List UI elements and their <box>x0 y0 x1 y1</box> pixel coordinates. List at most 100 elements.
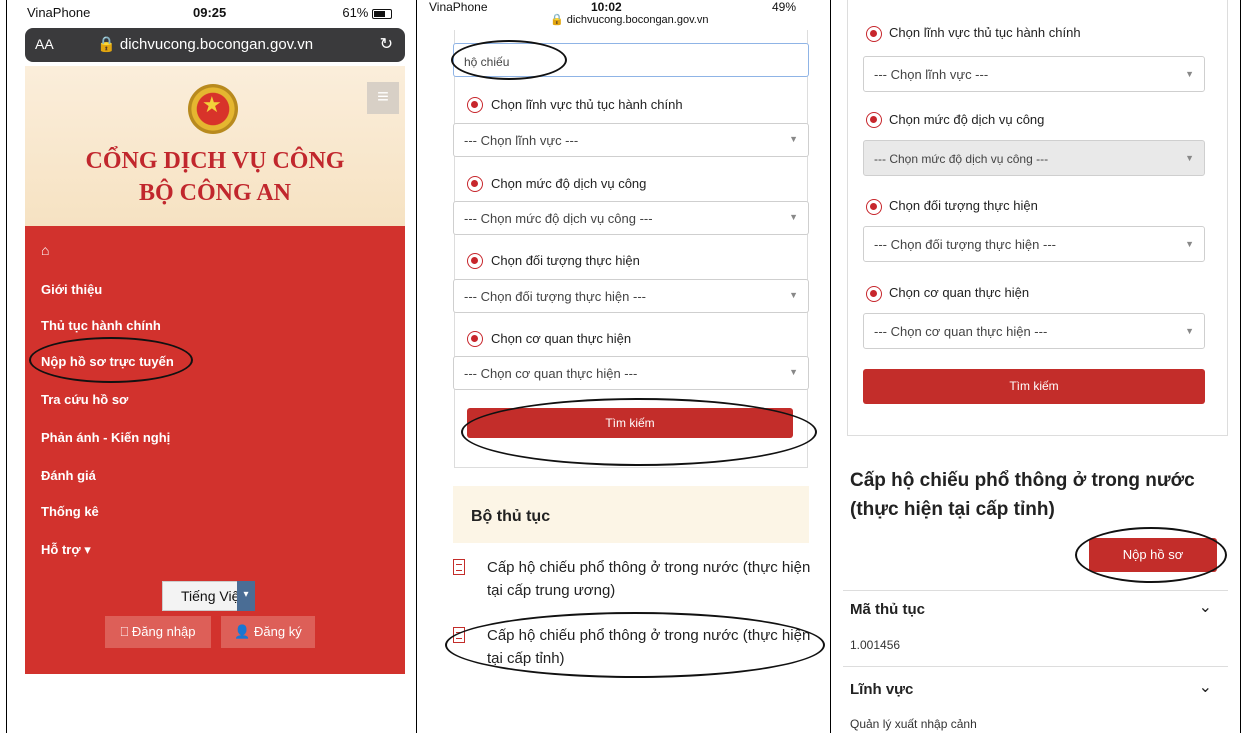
divider <box>843 590 1228 591</box>
search-input-value: hộ chiếu <box>464 55 510 69</box>
nav-item-procedures[interactable]: Thủ tục hành chính <box>41 318 161 333</box>
portal-title-line2: BỘ CÔNG AN <box>138 180 291 206</box>
filter-label-agency: Chọn cơ quan thực hiện <box>889 285 1030 300</box>
chevron-down-icon: ▼ <box>789 290 798 300</box>
filter-label-field: Chọn lĩnh vực thủ tục hành chính <box>491 97 683 112</box>
filter-label-field: Chọn lĩnh vực thủ tục hành chính <box>889 25 1081 40</box>
procedure-link-central[interactable]: Cấp hộ chiếu phổ thông ở trong nước (thự… <box>487 556 817 602</box>
search-button[interactable]: Tìm kiếm <box>863 369 1205 404</box>
battery-percent: 61% <box>342 5 369 20</box>
url-text: 🔒 dichvucong.bocongan.gov.vn <box>550 14 709 26</box>
radio-subject-selected[interactable] <box>866 199 882 215</box>
battery-percent: 49% <box>771 0 796 14</box>
language-caret-icon[interactable]: ▾ <box>237 581 255 611</box>
browser-address-bar[interactable]: AA 🔒 dichvucong.bocongan.gov.vn ↻ <box>25 28 405 62</box>
radio-level-selected[interactable] <box>866 112 882 128</box>
filter-label-subject: Chọn đối tượng thực hiện <box>491 253 640 268</box>
field-select-value: --- Chọn lĩnh vực --- <box>874 67 989 82</box>
battery-icon <box>372 8 392 19</box>
url-value: dichvucong.bocongan.gov.vn <box>566 14 709 26</box>
login-button[interactable]: ⎕ Đăng nhập <box>105 616 211 648</box>
chevron-down-icon[interactable]: ⌄ <box>1199 677 1212 697</box>
caret-down-icon: ▾ <box>84 542 91 557</box>
radio-level-selected[interactable] <box>467 176 483 192</box>
battery-indicator: 61% <box>342 5 392 20</box>
level-select-value: --- Chọn mức độ dịch vụ công --- <box>464 211 653 226</box>
filter-label-level: Chọn mức độ dịch vụ công <box>889 112 1045 127</box>
nav-item-rating[interactable]: Đánh giá <box>41 468 96 483</box>
radio-subject-selected[interactable] <box>467 253 483 269</box>
subject-select[interactable]: --- Chọn đối tượng thực hiện --- ▼ <box>863 226 1205 262</box>
radio-agency-selected[interactable] <box>866 286 882 302</box>
radio-field-selected[interactable] <box>467 97 483 113</box>
procedure-section-header: Bộ thủ tục <box>453 486 809 543</box>
chevron-down-icon: ▼ <box>1185 326 1194 336</box>
nav-item-online-submission[interactable]: Nộp hồ sơ trực tuyến <box>41 354 174 369</box>
field-value: Quản lý xuất nhập cảnh <box>850 717 977 731</box>
nav-item-statistics[interactable]: Thống kê <box>41 504 99 519</box>
section-label-code: Mã thủ tục <box>850 601 925 618</box>
panel-search: VinaPhone 10:02 49% 🔒 dichvucong.boconga… <box>416 0 830 733</box>
panel-home-menu: VinaPhone 09:25 61% AA 🔒 dichvucong.boco… <box>6 0 416 733</box>
main-nav: ⌂ Giới thiệu Thủ tục hành chính Nộp hồ s… <box>25 226 405 674</box>
search-input[interactable]: hộ chiếu <box>453 43 809 77</box>
text-size-button[interactable]: AA <box>35 36 54 52</box>
login-label: Đăng nhập <box>131 624 196 639</box>
submit-application-button[interactable]: Nộp hồ sơ <box>1089 538 1217 572</box>
agency-select[interactable]: --- Chọn cơ quan thực hiện --- ▼ <box>863 313 1205 349</box>
lock-icon: 🔒 <box>97 36 116 53</box>
user-add-icon: 👤 <box>234 624 251 639</box>
chevron-down-icon: ▼ <box>1185 239 1194 249</box>
chevron-down-icon: ▼ <box>789 212 798 222</box>
radio-field-selected[interactable] <box>866 26 882 42</box>
level-select[interactable]: --- Chọn mức độ dịch vụ công --- ▼ <box>453 201 809 235</box>
subject-select[interactable]: --- Chọn đối tượng thực hiện --- ▼ <box>453 279 809 313</box>
nav-item-feedback[interactable]: Phản ánh - Kiến nghị <box>41 430 170 445</box>
hamburger-menu-icon[interactable]: ≡ <box>367 82 399 114</box>
filter-label-subject: Chọn đối tượng thực hiện <box>889 198 1038 213</box>
register-label: Đăng ký <box>254 624 302 639</box>
subject-select-value: --- Chọn đối tượng thực hiện --- <box>464 289 646 304</box>
chevron-down-icon: ▼ <box>789 134 798 144</box>
url-text: 🔒 dichvucong.bocongan.gov.vn <box>97 35 313 53</box>
carrier-label: VinaPhone <box>429 0 488 14</box>
subject-select-value: --- Chọn đối tượng thực hiện --- <box>874 237 1056 252</box>
section-label-field: Lĩnh vực <box>850 681 914 698</box>
portal-header: ≡ CỔNG DỊCH VỤ CÔNG BỘ CÔNG AN <box>25 66 405 226</box>
divider <box>843 666 1228 667</box>
clock: 09:25 <box>193 5 227 20</box>
level-select[interactable]: --- Chọn mức độ dịch vụ công --- ▼ <box>863 140 1205 176</box>
login-icon: ⎕ <box>120 624 129 639</box>
nav-item-lookup[interactable]: Tra cứu hồ sơ <box>41 392 128 407</box>
police-emblem-logo <box>188 84 238 134</box>
chevron-down-icon: ▼ <box>789 367 798 377</box>
filter-label-level: Chọn mức độ dịch vụ công <box>491 176 647 191</box>
agency-select-value: --- Chọn cơ quan thực hiện --- <box>464 366 638 381</box>
home-icon[interactable]: ⌂ <box>41 242 49 258</box>
url-value: dichvucong.bocongan.gov.vn <box>119 36 314 53</box>
reload-icon[interactable]: ↻ <box>380 34 393 54</box>
nav-item-intro[interactable]: Giới thiệu <box>41 282 102 297</box>
section-title: Bộ thủ tục <box>471 508 551 525</box>
search-card <box>454 30 808 468</box>
chevron-down-icon: ▼ <box>1185 153 1194 163</box>
panel-procedure-detail: Chọn lĩnh vực thủ tục hành chính --- Chọ… <box>830 0 1241 733</box>
nav-item-support[interactable]: Hỗ trợ ▾ <box>41 542 91 558</box>
field-select[interactable]: --- Chọn lĩnh vực --- ▼ <box>453 123 809 157</box>
chevron-down-icon: ▼ <box>1185 69 1194 79</box>
status-bar: VinaPhone 10:02 49% 🔒 dichvucong.boconga… <box>425 0 822 30</box>
register-button[interactable]: 👤 Đăng ký <box>221 616 315 648</box>
search-button[interactable]: Tìm kiếm <box>467 408 793 438</box>
field-select-value: --- Chọn lĩnh vực --- <box>464 133 579 148</box>
field-select[interactable]: --- Chọn lĩnh vực --- ▼ <box>863 56 1205 92</box>
radio-agency-selected[interactable] <box>467 331 483 347</box>
level-select-value: --- Chọn mức độ dịch vụ công --- <box>874 152 1049 166</box>
procedure-title: Cấp hộ chiếu phổ thông ở trong nước (thự… <box>850 470 1195 520</box>
status-bar: VinaPhone 09:25 61% <box>23 0 416 26</box>
chevron-down-icon[interactable]: ⌄ <box>1199 597 1212 617</box>
nav-support-label: Hỗ trợ <box>41 542 81 557</box>
procedure-code-value: 1.001456 <box>850 638 901 652</box>
procedure-link-provincial[interactable]: Cấp hộ chiếu phổ thông ở trong nước (thự… <box>487 624 817 670</box>
agency-select[interactable]: --- Chọn cơ quan thực hiện --- ▼ <box>453 356 809 390</box>
agency-select-value: --- Chọn cơ quan thực hiện --- <box>874 324 1048 339</box>
